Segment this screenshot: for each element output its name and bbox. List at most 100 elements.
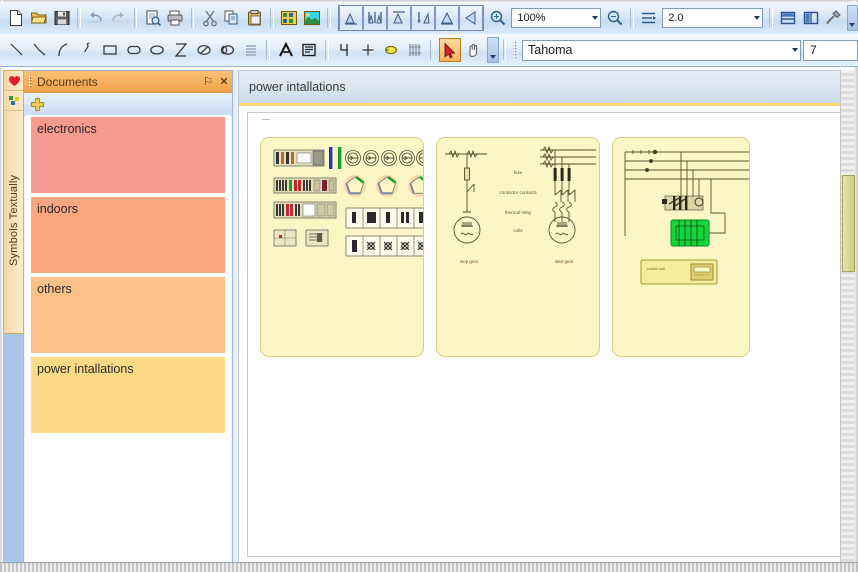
split-horizontal-icon[interactable] (778, 6, 799, 30)
power-panel-schematic-thumbnail[interactable]: control unit (612, 137, 750, 357)
pan-hand-tool-icon[interactable] (463, 38, 484, 62)
zoom-in-icon[interactable] (488, 6, 509, 30)
select-arrow-tool-icon[interactable] (439, 38, 461, 62)
vertical-scrollbar[interactable] (840, 70, 855, 564)
window-bottom-edge (0, 562, 858, 572)
text-tool-icon[interactable] (275, 38, 296, 62)
left-strip-background (3, 332, 23, 564)
window-right-edge (854, 0, 858, 572)
list-item[interactable]: indoors (31, 197, 225, 273)
font-toolbar-grip[interactable] (513, 40, 518, 60)
chevron-down-icon[interactable] (754, 16, 761, 20)
font-family-value: Tahoma (528, 43, 573, 57)
document-label: electronics (37, 122, 97, 136)
toolbar-separator (430, 40, 435, 60)
chevron-down-icon[interactable] (792, 48, 799, 52)
insert-symbol-icon[interactable] (279, 6, 300, 30)
toolbar-separator (327, 8, 331, 28)
paste-icon[interactable] (245, 6, 266, 30)
documents-panel: Documents ⚐ ✕ electronics indoors others… (23, 70, 233, 564)
drawing-toolbar-overflow-button[interactable] (487, 37, 499, 63)
toolbar-separator (270, 8, 274, 28)
rectangle-tool-icon[interactable] (100, 38, 121, 62)
undo-icon[interactable] (86, 6, 107, 30)
page-container: fuse contactor contacts thermal relay co… (247, 112, 853, 557)
documents-list: electronics indoors others power intalla… (25, 115, 231, 562)
align-bottom-icon[interactable] (458, 6, 483, 30)
polyline-tool-icon[interactable] (29, 38, 50, 62)
list-item[interactable]: others (31, 277, 225, 353)
copy-icon[interactable] (222, 6, 243, 30)
scale-value: 2.0 (668, 12, 684, 24)
save-document-icon[interactable] (51, 6, 72, 30)
align-left-icon[interactable] (338, 6, 363, 30)
toolbar-separator (325, 40, 329, 60)
hourglass-tool-icon[interactable] (170, 38, 191, 62)
schematic-label-stop-gear: stop gear (460, 259, 479, 264)
font-size-field[interactable]: 7 (803, 39, 858, 61)
tools-icon[interactable] (823, 6, 844, 30)
symbol-library-thumbnail[interactable] (260, 137, 424, 357)
toolbar-separator (76, 8, 81, 28)
new-document-icon[interactable] (6, 6, 27, 30)
toolbar-separator (133, 8, 138, 28)
list-item[interactable]: electronics (31, 117, 225, 193)
font-size-value: 7 (810, 43, 817, 57)
crosshair-tool-icon[interactable] (357, 38, 378, 62)
document-view-header: power intallations (239, 71, 853, 104)
zoom-level-value: 100% (517, 12, 546, 24)
toolbar-overflow-button[interactable] (846, 5, 858, 31)
line-spacing-icon[interactable] (639, 6, 660, 30)
rounded-rectangle-tool-icon[interactable] (123, 38, 144, 62)
svg-text:control unit: control unit (647, 267, 665, 271)
open-document-icon[interactable] (29, 6, 50, 30)
schematic-label-coils: coils (513, 228, 523, 233)
bezier-tool-icon[interactable] (76, 38, 97, 62)
ellipse-tool-icon[interactable] (146, 38, 167, 62)
split-vertical-icon[interactable] (800, 6, 821, 30)
scale-combo[interactable]: 2.0 (662, 8, 764, 28)
schematic-label-relay: thermal relay (505, 210, 532, 215)
redo-icon[interactable] (108, 6, 129, 30)
align-center-horizontal-icon[interactable] (362, 6, 387, 30)
zoom-level-combo[interactable]: 100% (511, 8, 602, 28)
close-panel-button[interactable]: ✕ (216, 74, 232, 90)
highlight-tool-icon[interactable] (381, 38, 402, 62)
toolbar-separator (190, 8, 195, 28)
print-preview-icon[interactable] (142, 6, 163, 30)
documents-panel-toolbar (24, 93, 232, 116)
page-title: power intallations (249, 80, 346, 94)
list-item[interactable]: power intallations (31, 357, 225, 433)
symbols-textually-tab[interactable]: Symbols Textually (3, 70, 25, 334)
panel-grip[interactable] (28, 75, 32, 88)
motor-control-schematic-thumbnail[interactable]: fuse contactor contacts thermal relay co… (436, 137, 600, 357)
arc-tool-icon[interactable] (53, 38, 74, 62)
document-canvas[interactable]: fuse contactor contacts thermal relay co… (239, 103, 853, 563)
thumbnail-row: fuse contactor contacts thermal relay co… (248, 113, 853, 357)
align-right-icon[interactable] (386, 6, 411, 30)
hatch-tool-icon[interactable] (404, 38, 425, 62)
dimension-tool-icon[interactable] (334, 38, 355, 62)
toolbar-separator (266, 40, 271, 60)
list-tool-icon[interactable] (240, 38, 261, 62)
drawing-toolbar: Tahoma 7 (0, 34, 858, 67)
chord-tool-icon[interactable] (217, 38, 238, 62)
pie-tool-icon[interactable] (193, 38, 214, 62)
align-top-icon[interactable] (434, 6, 459, 30)
toolbar-separator (629, 8, 634, 28)
insert-image-icon[interactable] (301, 6, 322, 30)
align-toolbar-group (337, 5, 484, 31)
schematic-label-start-gear: start gear (555, 259, 574, 264)
zoom-out-icon[interactable] (604, 6, 625, 30)
line-tool-icon[interactable] (6, 38, 27, 62)
add-document-icon[interactable] (30, 97, 45, 112)
font-family-combo[interactable]: Tahoma (522, 39, 802, 61)
pin-panel-button[interactable]: ⚐ (200, 74, 216, 90)
chevron-down-icon[interactable] (592, 16, 599, 20)
cut-icon[interactable] (199, 6, 220, 30)
vertical-scrollbar-thumb[interactable] (842, 175, 855, 272)
distribute-vertical-icon[interactable] (410, 6, 435, 30)
text-block-tool-icon[interactable] (299, 38, 320, 62)
toolbar-separator (769, 8, 773, 28)
print-icon[interactable] (165, 6, 186, 30)
